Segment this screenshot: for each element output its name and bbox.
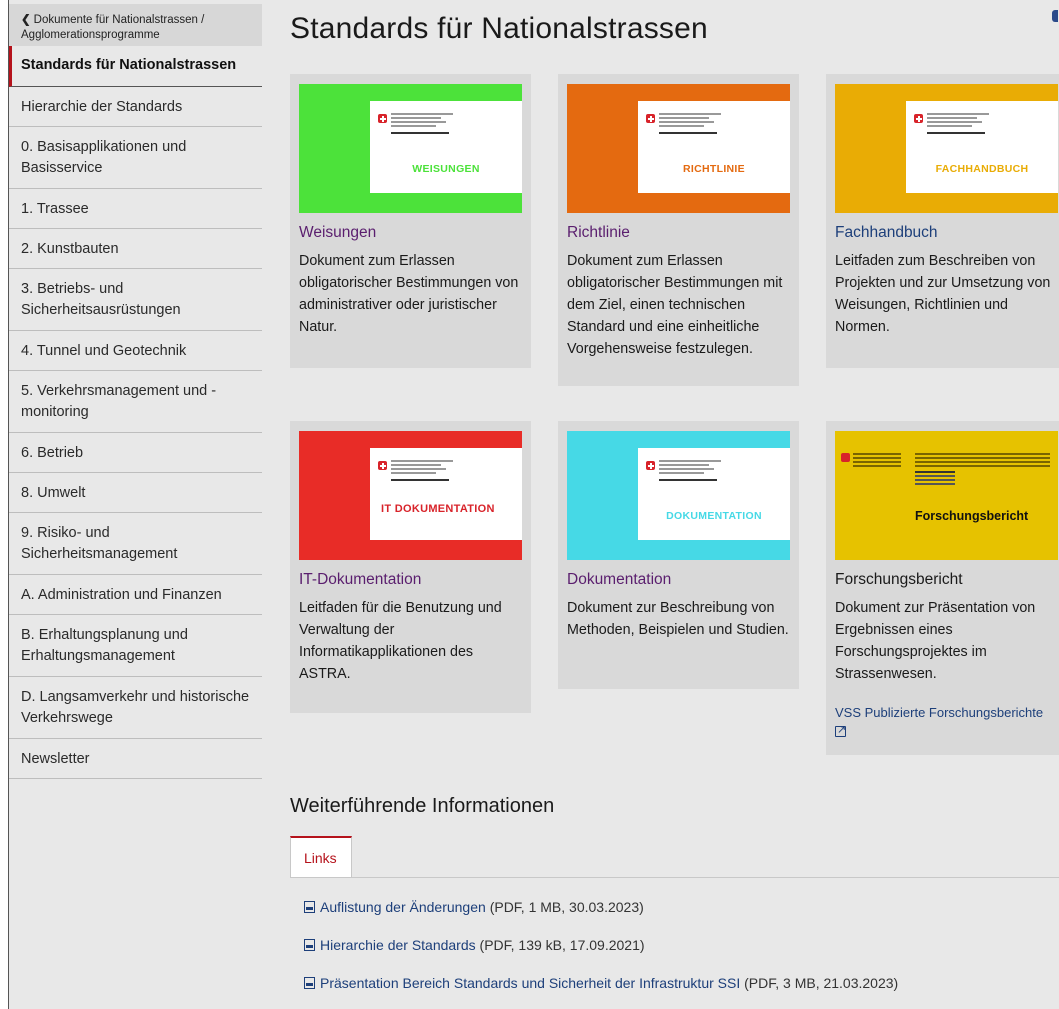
sidebar-item-administration[interactable]: A. Administration und Finanzen bbox=[9, 575, 262, 615]
card-title[interactable]: Dokumentation bbox=[567, 571, 671, 589]
cover-label: FACHHANDBUCH bbox=[935, 163, 1029, 175]
cover-it-dokumentation: IT DOKUMENTATION bbox=[299, 431, 522, 560]
sidebar-item-risiko[interactable]: 9. Risiko- und Sicherheitsmanagement bbox=[9, 513, 262, 575]
cover-document: WEISUNGEN bbox=[370, 101, 522, 193]
pdf-icon bbox=[304, 939, 315, 951]
sidebar-item-betrieb[interactable]: 6. Betrieb bbox=[9, 433, 262, 473]
cover-document: RICHTLINIE bbox=[638, 101, 790, 193]
cover-dokumentation: DOKUMENTATION bbox=[567, 431, 790, 560]
sidebar-item-langsamverkehr[interactable]: D. Langsamverkehr und historische Verkeh… bbox=[9, 677, 262, 739]
sidebar-item-betriebs-sicherheit[interactable]: 3. Betriebs- und Sicherheitsausrüstungen bbox=[9, 269, 262, 331]
cover-header-lines bbox=[915, 471, 955, 473]
card-title[interactable]: IT-Dokumentation bbox=[299, 571, 421, 589]
cover-header-lines bbox=[915, 453, 1050, 455]
link-row: Auflistung der Änderungen (PDF, 1 MB, 30… bbox=[304, 899, 644, 915]
card-description: Dokument zum Erlassen obligatorischer Be… bbox=[567, 253, 783, 357]
cover-document: FACHHANDBUCH bbox=[906, 101, 1058, 193]
scroll-edge-icon bbox=[1052, 10, 1058, 22]
swiss-flag-icon bbox=[914, 114, 923, 123]
external-link-icon bbox=[835, 720, 846, 740]
sidebar-item-basisapplikationen[interactable]: 0. Basisapplikationen und Basisservice bbox=[9, 127, 262, 189]
sidebar-item-hierarchie[interactable]: Hierarchie der Standards bbox=[9, 87, 262, 127]
sidebar-item-kunstbauten[interactable]: 2. Kunstbauten bbox=[9, 229, 262, 269]
swiss-flag-icon bbox=[646, 114, 655, 123]
cover-weisungen: WEISUNGEN bbox=[299, 84, 522, 213]
card-title[interactable]: Forschungsbericht bbox=[835, 571, 963, 589]
card-description: Dokument zur Beschreibung von Methoden, … bbox=[567, 600, 789, 638]
page-frame: ❮ Dokumente für Nationalstrassen / Agglom… bbox=[8, 0, 1059, 1009]
cover-document: IT DOKUMENTATION bbox=[370, 448, 522, 540]
sidebar-item-erhaltungsplanung[interactable]: B. Erhaltungsplanung und Erhaltungsmanag… bbox=[9, 615, 262, 677]
cover-label: WEISUNGEN bbox=[412, 163, 480, 175]
pdf-icon bbox=[304, 901, 315, 913]
further-info-title: Weiterführende Informationen bbox=[290, 795, 555, 817]
card-description: Dokument zur Präsentation von Ergebnisse… bbox=[835, 600, 1036, 682]
pdf-icon bbox=[304, 977, 315, 989]
card-description: Leitfaden für die Benutzung und Verwaltu… bbox=[299, 600, 502, 682]
card-forschungsbericht[interactable]: Forschungsbericht Forschungsbericht Doku… bbox=[826, 421, 1059, 755]
page-title: Standards für Nationalstrassen bbox=[290, 12, 708, 45]
sidebar: ❮ Dokumente für Nationalstrassen / Agglom… bbox=[9, 0, 262, 779]
link-row: Hierarchie der Standards (PDF, 139 kB, 1… bbox=[304, 937, 645, 953]
sidebar-item-umwelt[interactable]: 8. Umwelt bbox=[9, 473, 262, 513]
card-description: Leitfaden zum Beschreiben von Projekten … bbox=[835, 253, 1051, 335]
card-fachhandbuch[interactable]: FACHHANDBUCH Fachhandbuch Leitfaden zum … bbox=[826, 74, 1059, 368]
cover-label: RICHTLINIE bbox=[683, 163, 745, 175]
cover-richtlinie: RICHTLINIE bbox=[567, 84, 790, 213]
swiss-flag-icon bbox=[378, 114, 387, 123]
card-description: Dokument zum Erlassen obligatorischer Be… bbox=[299, 253, 519, 335]
back-link-label: Dokumente für Nationalstrassen / Agglome… bbox=[21, 14, 205, 41]
tab-divider bbox=[290, 877, 1059, 878]
swiss-flag-icon bbox=[841, 453, 850, 462]
document-link[interactable]: Auflistung der Änderungen bbox=[320, 899, 486, 915]
card-richtlinie[interactable]: RICHTLINIE Richtlinie Dokument zum Erlas… bbox=[558, 74, 799, 386]
card-weisungen[interactable]: WEISUNGEN Weisungen Dokument zum Erlasse… bbox=[290, 74, 531, 368]
sidebar-item-tunnel[interactable]: 4. Tunnel und Geotechnik bbox=[9, 331, 262, 371]
vss-link-label: VSS Publizierte Forschungsberichte bbox=[835, 705, 1044, 720]
sidebar-item-trassee[interactable]: 1. Trassee bbox=[9, 189, 262, 229]
link-meta: (PDF, 1 MB, 30.03.2023) bbox=[489, 899, 644, 915]
chevron-left-icon: ❮ bbox=[21, 14, 31, 26]
card-dokumentation[interactable]: DOKUMENTATION Dokumentation Dokument zur… bbox=[558, 421, 799, 689]
tab-links[interactable]: Links bbox=[290, 836, 352, 878]
link-meta: (PDF, 3 MB, 21.03.2023) bbox=[744, 975, 899, 991]
document-link[interactable]: Präsentation Bereich Standards und Siche… bbox=[320, 975, 740, 991]
cover-document: DOKUMENTATION bbox=[638, 448, 790, 540]
card-title[interactable]: Weisungen bbox=[299, 224, 376, 242]
card-title[interactable]: Fachhandbuch bbox=[835, 224, 938, 242]
document-link[interactable]: Hierarchie der Standards bbox=[320, 937, 476, 953]
sidebar-item-newsletter[interactable]: Newsletter bbox=[9, 739, 262, 779]
swiss-flag-icon bbox=[646, 461, 655, 470]
vss-research-link[interactable]: VSS Publizierte Forschungsberichte bbox=[835, 703, 1055, 743]
cover-label: Forschungsbericht bbox=[915, 509, 1029, 523]
sidebar-item-verkehrsmanagement[interactable]: 5. Verkehrsmanagement und -monitoring bbox=[9, 371, 262, 433]
cover-label: IT DOKUMENTATION bbox=[381, 503, 495, 515]
sidebar-item-standards[interactable]: Standards für Nationalstrassen bbox=[9, 46, 262, 87]
cover-fachhandbuch: FACHHANDBUCH bbox=[835, 84, 1058, 213]
back-link[interactable]: ❮ Dokumente für Nationalstrassen / Agglom… bbox=[9, 4, 262, 46]
cover-label: DOKUMENTATION bbox=[666, 510, 762, 522]
cover-forschungsbericht: Forschungsbericht bbox=[835, 431, 1058, 560]
card-title[interactable]: Richtlinie bbox=[567, 224, 630, 242]
link-row: Präsentation Bereich Standards und Siche… bbox=[304, 975, 898, 991]
swiss-flag-icon bbox=[378, 461, 387, 470]
cover-header-lines bbox=[853, 453, 901, 455]
card-it-dokumentation[interactable]: IT DOKUMENTATION IT-Dokumentation Leitfa… bbox=[290, 421, 531, 713]
link-meta: (PDF, 139 kB, 17.09.2021) bbox=[479, 937, 645, 953]
